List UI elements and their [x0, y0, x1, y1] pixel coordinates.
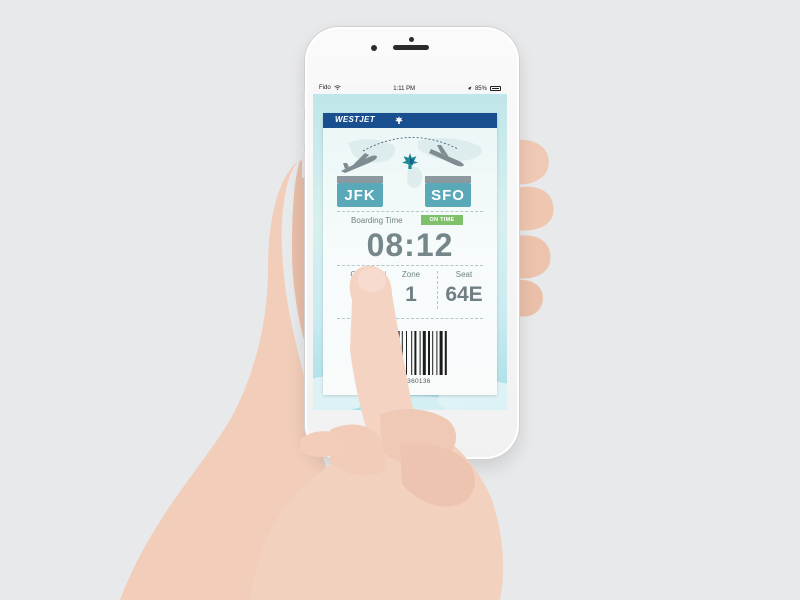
barcode-bar: [428, 331, 430, 375]
barcode-bar: [432, 331, 434, 375]
barcode-bar: [436, 331, 438, 375]
battery-percent: 85%: [474, 85, 487, 92]
gate-label: Gate: [350, 270, 368, 279]
phone-screen: Fido 1:11 PM 85% WESTJET JFK SFO Boardin…: [313, 83, 507, 410]
proximity-sensor: [409, 37, 414, 42]
section-divider: [337, 265, 483, 266]
location-icon: [467, 86, 472, 91]
barcode-bar: [371, 331, 373, 375]
status-bar: Fido 1:11 PM 85%: [313, 83, 507, 94]
status-time: 1:11 PM: [393, 85, 416, 92]
battery-icon: [489, 86, 501, 91]
wifi-icon: [334, 85, 342, 91]
carrier-name: Fido: [319, 85, 331, 92]
app-background: WESTJET JFK SFO Boarding Time ON TIME 08…: [313, 94, 507, 410]
seat-label: Seat: [455, 270, 473, 279]
zone-label: Zone: [401, 270, 421, 279]
volume-up-button: [302, 120, 305, 146]
destination-slab: [425, 176, 471, 183]
zone-column: Zone 1: [387, 270, 435, 307]
barcode-bar: [444, 331, 447, 375]
barcode-bar: [366, 331, 368, 375]
mute-switch: [302, 92, 305, 108]
seat-value: 64E: [445, 283, 483, 306]
destination-airport: SFO: [425, 183, 471, 207]
gate-column: Gate: [337, 270, 381, 283]
boarding-time-label: Boarding Time: [351, 216, 403, 225]
seat-column: Seat 64E: [439, 270, 489, 307]
boarding-time-value: 08:12: [366, 227, 454, 263]
plane-takeoff-icon: [341, 153, 377, 173]
barcode-icon: [362, 331, 447, 375]
earpiece-speaker: [393, 45, 429, 50]
barcode-number: AFC0360136: [389, 378, 431, 385]
section-divider: [337, 211, 483, 212]
barcode-bar: [378, 331, 381, 375]
status-badge: ON TIME: [421, 215, 463, 225]
barcode-bar: [385, 331, 386, 375]
airline-logo: WESTJET: [335, 115, 375, 124]
volume-down-button: [302, 152, 305, 178]
barcode-bar: [422, 331, 426, 375]
origin-slab: [337, 176, 383, 183]
zone-value: 1: [405, 283, 417, 306]
section-divider: [337, 318, 483, 319]
barcode-bar: [406, 331, 407, 375]
barcode-bar: [411, 331, 413, 375]
carrier-label: Fido: [319, 85, 342, 92]
barcode-bar: [388, 331, 391, 375]
maple-leaf-emblem-icon: [402, 153, 418, 169]
barcode-bar: [401, 331, 403, 375]
barcode-bar: [375, 331, 377, 375]
origin-airport: JFK: [337, 183, 383, 207]
home-button[interactable]: [399, 418, 424, 443]
status-right: 85%: [467, 86, 501, 92]
maple-leaf-icon: [395, 116, 403, 124]
barcode-bar: [397, 331, 400, 375]
barcode-bar: [392, 331, 396, 375]
barcode-bar: [414, 331, 417, 375]
barcode-bar: [362, 331, 364, 375]
column-divider: [385, 271, 386, 309]
plane-landing-icon: [429, 145, 464, 167]
front-camera: [371, 45, 377, 51]
barcode-bar: [419, 331, 421, 375]
boarding-pass-card[interactable]: WESTJET JFK SFO Boarding Time ON TIME 08…: [323, 113, 497, 395]
column-divider: [437, 271, 438, 309]
barcode-bar: [439, 331, 443, 375]
airline-header: WESTJET: [323, 113, 497, 128]
